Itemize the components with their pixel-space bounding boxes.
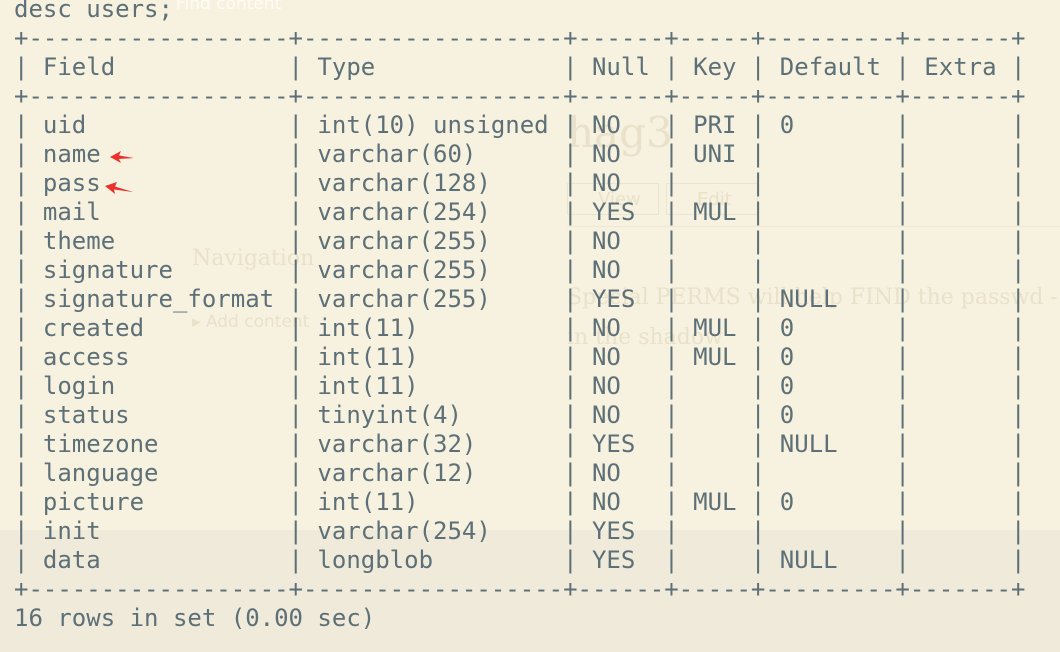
table-row: | init | varchar(254) | YES | | | | [14,517,1026,545]
table-row: | picture | int(11) | NO | MUL | 0 | | [14,488,1026,516]
sql-command: desc users; [14,0,173,23]
table-row: | data | longblob | YES | | NULL | | [14,546,1026,574]
table-row: | created | int(11) | NO | MUL | 0 | | [14,314,1026,342]
table-row: | access | int(11) | NO | MUL | 0 | | [14,343,1026,371]
table-row: | language | varchar(12) | NO | | | | [14,459,1026,487]
table-row: | name | varchar(60) | NO | UNI | | | [14,140,1026,168]
table-border: +------------------+------------------+-… [14,82,1026,110]
table-header: | Field | Type | Null | Key | Default | … [14,53,1026,81]
table-border: +------------------+------------------+-… [14,24,1026,52]
table-row: | login | int(11) | NO | | 0 | | [14,372,1026,400]
table-row: | timezone | varchar(32) | YES | | NULL … [14,430,1026,458]
table-row: | signature_format | varchar(255) | YES … [14,285,1026,313]
red-arrow-icon [110,151,134,163]
table-row: | uid | int(10) unsigned | NO | PRI | 0 … [14,111,1026,139]
table-border: +------------------+------------------+-… [14,575,1026,603]
table-row: | signature | varchar(255) | NO | | | | [14,256,1026,284]
terminal-output: desc users; +------------------+---------… [14,0,1025,633]
table-row: | status | tinyint(4) | NO | | 0 | | [14,401,1026,429]
table-row: | pass | varchar(128) | NO | | | | [14,169,1026,197]
table-row: | mail | varchar(254) | YES | MUL | | | [14,198,1026,226]
result-summary: 16 rows in set (0.00 sec) [14,604,376,632]
table-row: | theme | varchar(255) | NO | | | | [14,227,1026,255]
red-arrow-icon [105,182,133,194]
